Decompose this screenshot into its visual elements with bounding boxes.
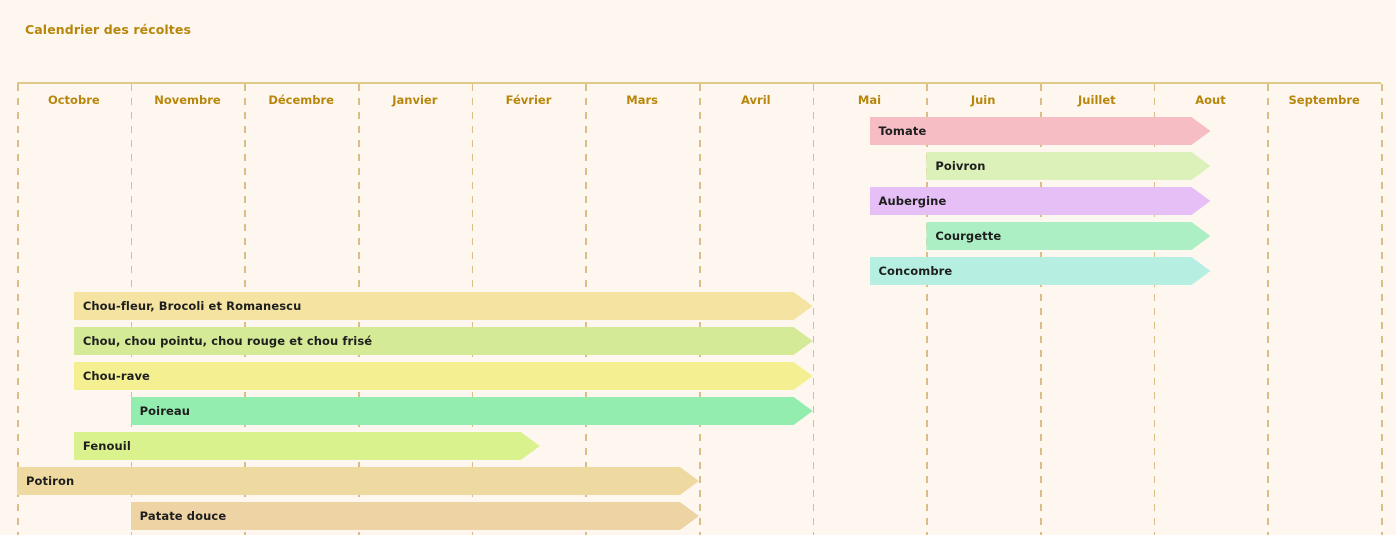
- gantt-bar-label: Poivron: [935, 159, 986, 173]
- month-label-janvier: Janvier: [392, 93, 438, 107]
- month-label-juin: Juin: [970, 93, 996, 107]
- gridline: [1267, 84, 1269, 535]
- harvest-calendar-chart: Calendrier des récoltes Octobre Novembre D…: [0, 0, 1396, 535]
- gantt-bar-label: Fenouil: [82, 439, 131, 453]
- gantt-bar-label: Concombre: [878, 264, 953, 278]
- month-label-mars: Mars: [626, 93, 659, 107]
- month-label-aout: Aout: [1195, 93, 1226, 107]
- gantt-bar-label: Potiron: [26, 474, 75, 488]
- gantt-bar-label: Chou, chou pointu, chou rouge et chou fr…: [82, 334, 373, 348]
- gantt-bar[interactable]: Chou, chou pointu, chou rouge et chou fr…: [74, 327, 813, 355]
- gridline: [812, 84, 815, 535]
- gantt-bar[interactable]: Chou-fleur, Brocoli et Romanescu: [74, 292, 813, 320]
- gantt-bar[interactable]: Potiron: [17, 467, 699, 495]
- gantt-bar[interactable]: Chou-rave: [74, 362, 813, 390]
- gantt-bar[interactable]: Concombre: [870, 257, 1211, 285]
- gantt-bar[interactable]: Patate douce: [131, 502, 699, 530]
- gantt-bar-label: Aubergine: [878, 194, 947, 208]
- gantt-bar[interactable]: Poivron: [926, 152, 1210, 180]
- gridline: [1040, 84, 1042, 535]
- gantt-bar-label: Poireau: [139, 404, 191, 418]
- gantt-bar[interactable]: Poireau: [131, 397, 813, 425]
- gantt-bar-label: Patate douce: [139, 509, 227, 523]
- month-label-dcembre: Décembre: [268, 93, 334, 107]
- month-label-mai: Mai: [857, 93, 882, 107]
- gantt-bar-label: Tomate: [878, 124, 927, 138]
- gridline: [926, 84, 928, 535]
- page-title: Calendrier des récoltes: [25, 22, 191, 37]
- gridline: [1381, 84, 1383, 535]
- gantt-bar-label: Courgette: [935, 229, 1002, 243]
- month-label-fvrier: Février: [505, 93, 552, 107]
- month-label-octobre: Octobre: [47, 93, 100, 107]
- month-label-juillet: Juillet: [1078, 93, 1116, 107]
- gridline: [1153, 84, 1156, 535]
- gantt-bar[interactable]: Courgette: [926, 222, 1210, 250]
- month-label-avril: Avril: [741, 93, 771, 107]
- month-label-septembre: Septembre: [1288, 93, 1360, 107]
- month-label-novembre: Novembre: [154, 93, 221, 107]
- gantt-bar[interactable]: Fenouil: [74, 432, 540, 460]
- gantt-bar-label: Chou-fleur, Brocoli et Romanescu: [82, 299, 302, 313]
- gantt-bar[interactable]: Aubergine: [870, 187, 1211, 215]
- gantt-bar-label: Chou-rave: [82, 369, 150, 383]
- gantt-plot-area: Octobre Novembre Décembre Janvier Février Mar…: [17, 82, 1383, 535]
- gantt-bar[interactable]: Tomate: [870, 117, 1211, 145]
